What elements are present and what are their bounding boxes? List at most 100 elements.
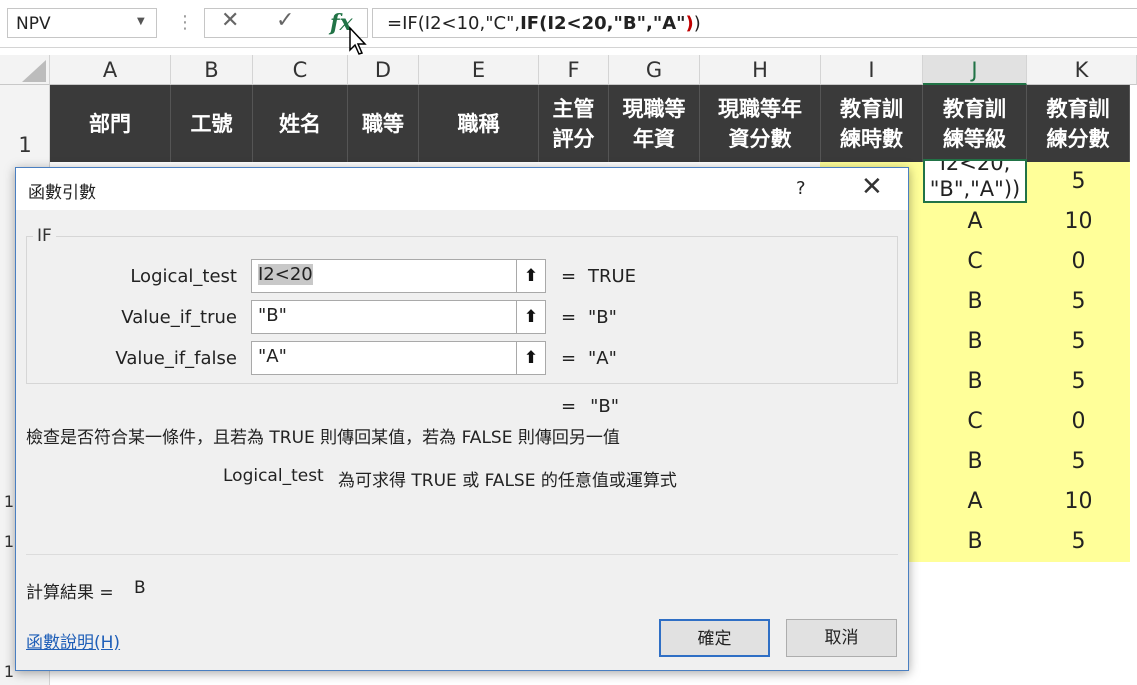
- cell-k4[interactable]: 0: [1027, 242, 1130, 282]
- column-header-f[interactable]: F: [539, 55, 609, 85]
- function-help-link[interactable]: 函數說明(H): [26, 628, 120, 653]
- cell-k8[interactable]: 0: [1027, 402, 1130, 442]
- active-cell-j2[interactable]: I2<20, "B","A")): [923, 159, 1027, 203]
- header-cell-label: 部門: [89, 111, 131, 136]
- header-cell-employee-id[interactable]: 工號: [171, 85, 253, 162]
- header-cell-title[interactable]: 職稱: [419, 85, 539, 162]
- cell-k2[interactable]: 5: [1027, 162, 1130, 202]
- row-header-1[interactable]: 1: [0, 133, 50, 157]
- value-if-true-input[interactable]: "B": [251, 300, 517, 334]
- name-box[interactable]: NPV: [7, 8, 157, 38]
- header-cell-supervisor-score[interactable]: 主管 評分: [539, 85, 609, 162]
- header-cell-grade-years[interactable]: 現職等 年資: [609, 85, 700, 162]
- help-button[interactable]: ?: [796, 178, 806, 199]
- value-if-false-input[interactable]: "A": [251, 341, 517, 375]
- function-arguments-dialog: 函數引數 ? ✕ IF Logical_test I2<20 ⬆ = TRUE …: [15, 167, 909, 671]
- formula-result-value: "B": [590, 396, 620, 417]
- formula-result-equals: =: [561, 396, 577, 417]
- header-cell-label: 職稱: [457, 111, 500, 136]
- header-cell-label: 現職等 年資: [622, 96, 686, 151]
- logical-test-label: Logical_test: [130, 266, 237, 287]
- cell-j6[interactable]: B: [923, 322, 1027, 362]
- collapse-dialog-icon[interactable]: ⬆: [516, 341, 546, 375]
- header-cell-label: 教育訓 練分數: [1046, 96, 1110, 151]
- header-cell-training-score[interactable]: 教育訓 練分數: [1027, 85, 1130, 162]
- cell-j9[interactable]: B: [923, 442, 1027, 482]
- cell-j11[interactable]: B: [923, 522, 1027, 562]
- chevron-down-icon[interactable]: ▼: [137, 16, 145, 27]
- cancel-button[interactable]: 取消: [786, 619, 897, 657]
- header-cell-label: 教育訓 練時數: [840, 96, 903, 151]
- cell-k9[interactable]: 5: [1027, 442, 1130, 482]
- header-cell-label: 姓名: [279, 111, 321, 136]
- formula-text-plain: =IF(I2<10,"C",: [387, 13, 521, 34]
- enter-icon[interactable]: ✓: [276, 8, 294, 33]
- logical-test-equals: =: [561, 266, 577, 287]
- value-if-true-result: "B": [588, 307, 617, 328]
- value-if-false-equals: =: [561, 348, 577, 369]
- header-cell-name[interactable]: 姓名: [253, 85, 348, 162]
- header-cell-label: 主管 評分: [552, 96, 595, 151]
- formula-result: = "B": [561, 396, 619, 417]
- header-cell-label: 工號: [190, 111, 233, 136]
- formula-text-active: IF(I2<20,"B","A": [520, 13, 686, 34]
- drag-handle-icon[interactable]: ⋮: [176, 12, 194, 33]
- argument-help-name: Logical_test: [223, 466, 324, 486]
- dialog-title: 函數引數: [28, 183, 96, 203]
- column-header-k[interactable]: K: [1027, 55, 1137, 85]
- value-if-false-value: "A": [258, 346, 287, 367]
- header-cell-label: 現職等年 資分數: [718, 96, 802, 151]
- function-name: IF: [33, 226, 56, 246]
- header-cell-training-level[interactable]: 教育訓 練等級: [923, 85, 1027, 162]
- column-header-c[interactable]: C: [253, 55, 348, 85]
- ok-button[interactable]: 確定: [659, 619, 770, 657]
- header-cell-grade[interactable]: 職等: [348, 85, 419, 162]
- collapse-dialog-icon[interactable]: ⬆: [516, 300, 546, 334]
- cell-k5[interactable]: 5: [1027, 282, 1130, 322]
- column-header-b[interactable]: B: [171, 55, 253, 85]
- value-if-true-value: "B": [258, 305, 287, 326]
- column-header-i[interactable]: I: [821, 55, 923, 85]
- cancel-icon[interactable]: ✕: [221, 8, 239, 33]
- formula-input[interactable]: =IF(I2<10,"C",IF(I2<20,"B","A")): [372, 8, 1137, 38]
- value-if-false-label: Value_if_false: [115, 348, 237, 369]
- header-cell-label: 教育訓 練等級: [943, 96, 1006, 151]
- cell-j4[interactable]: C: [923, 242, 1027, 282]
- cell-k7[interactable]: 5: [1027, 362, 1130, 402]
- function-description: 檢查是否符合某一條件，且若為 TRUE 則傳回某值，若為 FALSE 則傳回另一…: [26, 428, 620, 448]
- cell-j7[interactable]: B: [923, 362, 1027, 402]
- cell-k6[interactable]: 5: [1027, 322, 1130, 362]
- active-cell-line2: "B","A")): [929, 177, 1021, 201]
- cell-j8[interactable]: C: [923, 402, 1027, 442]
- calc-result-value: B: [134, 578, 146, 598]
- cell-j3[interactable]: A: [923, 202, 1027, 242]
- cell-k10[interactable]: 10: [1027, 482, 1130, 522]
- header-cell-grade-years-score[interactable]: 現職等年 資分數: [700, 85, 821, 162]
- column-header-j[interactable]: J: [923, 55, 1027, 85]
- argument-help-text: 為可求得 TRUE 或 FALSE 的任意值或運算式: [338, 471, 677, 491]
- collapse-dialog-icon[interactable]: ⬆: [516, 259, 546, 293]
- cell-j10[interactable]: A: [923, 482, 1027, 522]
- column-header-a[interactable]: A: [50, 55, 171, 85]
- value-if-true-label: Value_if_true: [121, 307, 237, 328]
- value-if-false-result: "A": [588, 348, 617, 369]
- formula-paren-active: ): [685, 13, 694, 34]
- calc-result-label: 計算結果 =: [26, 583, 114, 603]
- header-cell-training-hours[interactable]: 教育訓 練時數: [821, 85, 923, 162]
- column-header-g[interactable]: G: [609, 55, 700, 85]
- active-cell-line1: I2<20,: [939, 159, 1011, 175]
- select-all-icon: [22, 60, 46, 82]
- header-cell-department[interactable]: 部門: [50, 85, 171, 162]
- cell-k3[interactable]: 10: [1027, 202, 1130, 242]
- cell-k11[interactable]: 5: [1027, 522, 1130, 562]
- mouse-cursor-icon: [348, 26, 368, 60]
- close-icon[interactable]: ✕: [861, 172, 883, 202]
- dialog-title-bar[interactable]: [16, 168, 908, 210]
- logical-test-value: I2<20: [258, 264, 313, 285]
- logical-test-input[interactable]: I2<20: [251, 259, 517, 293]
- column-header-e[interactable]: E: [419, 55, 539, 85]
- cell-j5[interactable]: B: [923, 282, 1027, 322]
- header-cell-label: 職等: [362, 111, 404, 136]
- column-header-h[interactable]: H: [700, 55, 821, 85]
- logical-test-result: TRUE: [588, 266, 637, 287]
